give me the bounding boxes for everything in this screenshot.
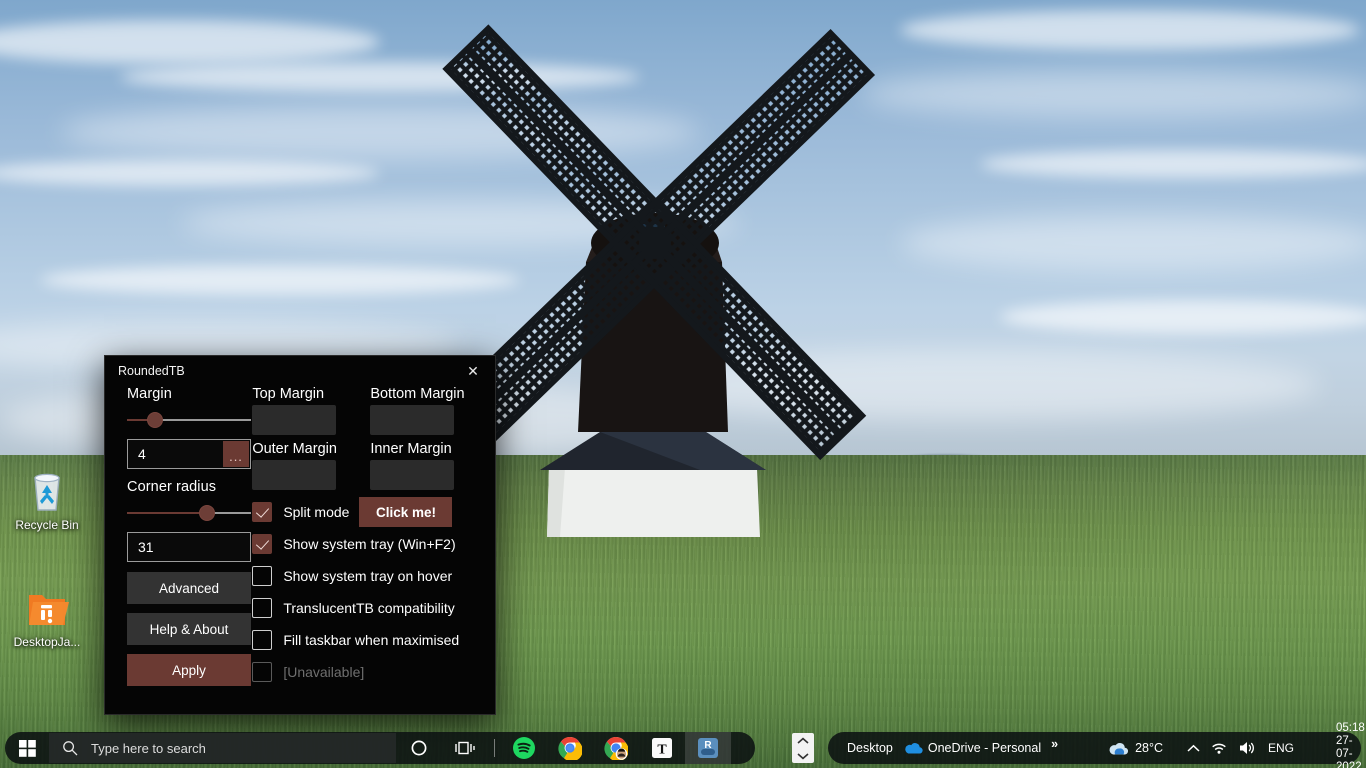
roundedtb-icon[interactable]: R [685,732,731,764]
volume-tray-icon[interactable] [1233,732,1262,764]
translucenttb-compatibility-checkbox[interactable] [252,598,273,618]
show-system-tray-on-hover-label: Show system tray on hover [283,568,453,584]
search-placeholder: Type here to search [91,740,206,756]
click-me-button[interactable]: Click me! [359,497,453,527]
weather-tray-item[interactable]: 28°C [1102,732,1168,764]
search-box[interactable]: Type here to search [49,733,396,763]
help-about-button[interactable]: Help & About [127,613,251,645]
wifi-icon [1212,743,1226,754]
corner-radius-input-value: 31 [138,539,154,555]
onedrive-label: OneDrive - Personal [927,741,1042,755]
language-indicator[interactable]: ENG [1262,741,1300,755]
checkbox-row-tray-on-hover: Show system tray on hover [252,560,495,592]
inner-margin-input[interactable] [370,460,455,490]
show-system-tray-label: Show system tray (Win+F2) [283,536,456,552]
search-icon [49,740,91,756]
corner-radius-input[interactable]: 31 [127,532,251,562]
speaker-icon [1240,742,1254,754]
desktop-icon-label: Recycle Bin [15,518,79,532]
top-margin-input[interactable] [252,405,337,435]
show-hidden-icons-button[interactable] [1182,732,1205,764]
corner-radius-slider-fill [127,512,207,514]
close-icon[interactable]: ✕ [451,356,495,386]
dialog-left-column: Margin 4 ... Corner radius 31 Advanced H… [105,386,252,695]
corner-radius-label: Corner radius [127,479,217,495]
window-title: RoundedTB [118,364,185,378]
outer-margin-input[interactable] [252,460,337,490]
task-view-icon[interactable] [442,732,488,764]
clock-time: 05:18 [1336,722,1365,734]
top-margin-label: Top Margin [252,386,325,402]
onedrive-toolbar-item[interactable]: OneDrive - Personal [901,732,1043,764]
chevron-up-icon [1187,744,1200,752]
desktop-toolbar-label[interactable]: Desktop [847,741,893,755]
chrome-profile-icon[interactable] [593,732,639,764]
network-tray-icon[interactable] [1205,732,1233,764]
text-app-icon[interactable]: T [639,732,685,764]
clock-date: 27-07-2022 [1336,735,1362,768]
clock[interactable]: 05:18 27-07-2022 [1328,722,1366,768]
taskbar-main-segment: Type here to search T R [5,732,755,764]
taskbar: Type here to search T R Desktop OneDrive… [0,722,1366,768]
corner-radius-slider[interactable] [127,500,251,526]
spotify-icon[interactable] [501,732,547,764]
checkbox-row-translucenttb: TranslucentTB compatibility [252,592,495,624]
onedrive-cloud-icon [905,743,923,754]
margin-input-value: 4 [138,446,146,462]
apply-button[interactable]: Apply [127,654,251,686]
outer-margin-label: Outer Margin [252,441,337,457]
margin-input[interactable]: 4 ... [127,439,251,469]
margin-slider-thumb[interactable] [147,412,163,428]
desktop-icon-desktopja[interactable]: DesktopJa... [4,585,90,649]
start-button[interactable] [5,732,49,764]
bottom-margin-input[interactable] [370,405,455,435]
corner-radius-slider-thumb[interactable] [199,505,215,521]
svg-text:R: R [704,740,712,751]
dialog-right-column: Top Margin Bottom Margin Outer Margin In… [252,386,495,695]
recycle-bin-icon [4,468,90,514]
margin-fields-grid: Top Margin Bottom Margin Outer Margin In… [252,386,495,496]
show-system-tray-checkbox[interactable] [252,534,273,554]
desktop-icon-label: DesktopJa... [13,635,81,649]
split-mode-checkbox[interactable] [252,502,273,522]
margin-label: Margin [127,386,172,402]
outer-margin-field: Outer Margin [252,441,356,490]
show-system-tray-on-hover-checkbox[interactable] [252,566,273,586]
desktop-icon-recycle-bin[interactable]: Recycle Bin [4,468,90,532]
taskbar-tray-segment: Desktop OneDrive - Personal » 28°C ENG 0… [828,722,1365,768]
toolbar-overflow-icon[interactable]: » [1051,737,1058,751]
folder-orange-icon [4,585,90,631]
advanced-button[interactable]: Advanced [127,572,251,604]
checkbox-row-split-mode: Split mode Click me! [252,496,495,528]
top-margin-field: Top Margin [252,386,356,435]
cortana-icon[interactable] [396,732,442,764]
svg-text:T: T [657,743,667,758]
taskbar-divider [494,739,495,757]
bottom-margin-field: Bottom Margin [370,386,474,435]
chrome-icon[interactable] [547,732,593,764]
unavailable-checkbox [252,662,273,682]
fill-taskbar-checkbox[interactable] [252,630,273,650]
translucenttb-compatibility-label: TranslucentTB compatibility [283,600,455,616]
checkbox-row-unavailable: [Unavailable] [252,656,495,688]
chevron-down-icon [797,752,809,759]
checkbox-row-fill-taskbar: Fill taskbar when maximised [252,624,495,656]
window-titlebar[interactable]: RoundedTB ✕ [105,356,495,386]
weather-cloud-icon [1109,742,1129,755]
inner-margin-field: Inner Margin [370,441,474,490]
bottom-margin-label: Bottom Margin [370,386,465,402]
inner-margin-label: Inner Margin [370,441,452,457]
margin-slider[interactable] [127,407,251,433]
checkbox-row-show-system-tray: Show system tray (Win+F2) [252,528,495,560]
roundedtb-window: RoundedTB ✕ Margin 4 ... Corner radius 3… [104,355,496,715]
chevron-up-icon [797,737,809,744]
weather-temperature: 28°C [1135,741,1163,755]
margin-input-spinner[interactable]: ... [223,441,249,467]
split-mode-label: Split mode [283,504,350,520]
unavailable-label: [Unavailable] [283,664,365,680]
fill-taskbar-label: Fill taskbar when maximised [283,632,460,648]
toolbar-scroll-control[interactable] [792,733,814,763]
